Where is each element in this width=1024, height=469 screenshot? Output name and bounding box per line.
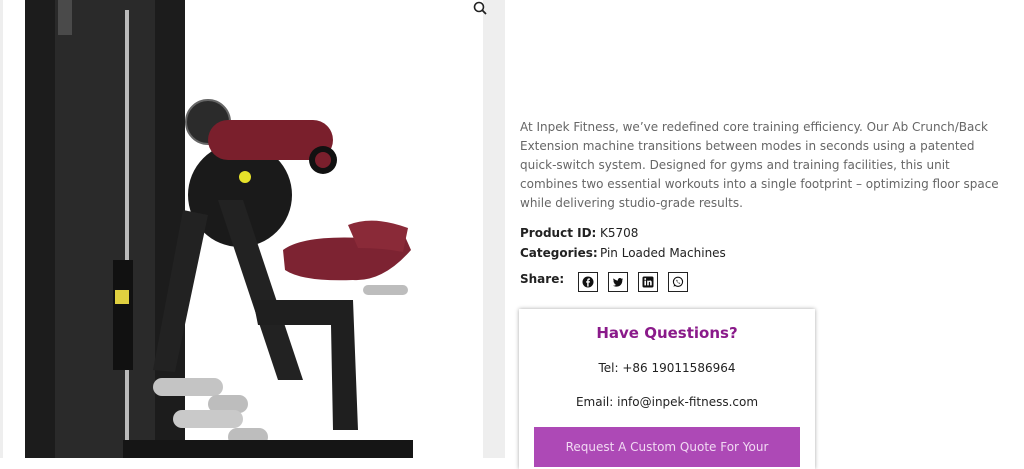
zoom-button[interactable] — [466, 0, 494, 18]
product-id-value: K5708 — [600, 226, 639, 240]
share-facebook-button[interactable] — [578, 272, 599, 292]
product-image[interactable] — [3, 0, 483, 458]
product-description: At Inpek Fitness, we’ve redefined core t… — [520, 120, 999, 210]
linkedin-icon — [642, 273, 654, 292]
contact-email[interactable]: Email: info@inpek-fitness.com — [519, 395, 815, 409]
share-twitter-button[interactable] — [608, 272, 629, 292]
product-meta: Product ID: K5708 Categories: Pin Loaded… — [520, 223, 726, 263]
category-link[interactable]: Pin Loaded Machines — [600, 246, 726, 260]
machine-illustration — [25, 0, 413, 458]
questions-box: Have Questions? Tel: +86 19011586964 Ema… — [519, 309, 815, 469]
twitter-icon — [612, 273, 624, 292]
contact-phone[interactable]: Tel: +86 19011586964 — [519, 361, 815, 375]
whatsapp-icon — [672, 273, 684, 292]
request-quote-button[interactable]: Request A Custom Quote For Your — [534, 427, 800, 467]
share-bar: Share: — [520, 272, 698, 292]
product-id-label: Product ID: — [520, 226, 597, 240]
share-linkedin-button[interactable] — [638, 272, 659, 292]
product-gallery — [0, 0, 505, 458]
share-whatsapp-button[interactable] — [668, 272, 689, 292]
facebook-icon — [582, 273, 594, 292]
categories-row: Categories: Pin Loaded Machines — [520, 243, 726, 263]
categories-label: Categories: — [520, 246, 598, 260]
share-label: Share: — [520, 272, 565, 286]
product-id-row: Product ID: K5708 — [520, 223, 726, 243]
magnifier-icon — [473, 0, 487, 19]
questions-title: Have Questions? — [596, 324, 738, 342]
